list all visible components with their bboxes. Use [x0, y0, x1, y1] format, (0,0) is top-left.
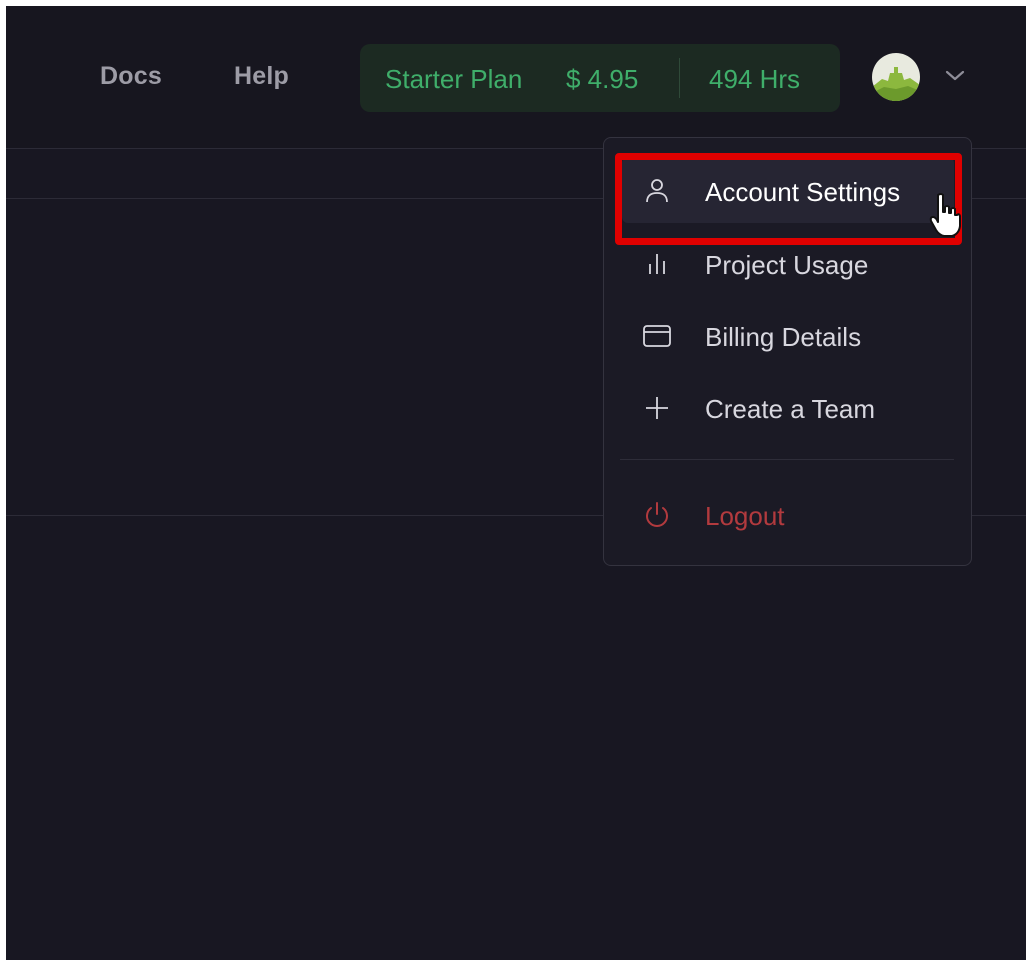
menu-item-logout[interactable]: Logout [622, 481, 954, 547]
chevron-down-icon[interactable] [944, 68, 966, 84]
account-dropdown-menu: Account Settings Project Usage Billing D… [603, 137, 972, 566]
menu-item-project-usage[interactable]: Project Usage [622, 230, 954, 296]
plus-icon [646, 397, 668, 419]
menu-item-label: Logout [705, 501, 785, 531]
user-icon [646, 179, 668, 203]
menu-item-label: Account Settings [705, 177, 901, 207]
user-avatar-icon[interactable] [872, 53, 920, 101]
power-icon [646, 502, 668, 527]
plan-name: Starter Plan [385, 64, 523, 94]
menu-divider [620, 459, 954, 460]
app-window: Docs Help Starter Plan $ 4.95 494 Hrs Ac… [6, 6, 1026, 960]
plan-price: $ 4.95 [566, 64, 639, 94]
credit-card-icon [643, 325, 671, 347]
menu-item-label: Create a Team [705, 394, 876, 424]
help-link[interactable]: Help [234, 62, 289, 91]
top-navigation-bar: Docs Help Starter Plan $ 4.95 494 Hrs [6, 6, 1026, 148]
plan-hours: 494 Hrs [709, 64, 801, 94]
menu-item-account-settings[interactable]: Account Settings [622, 157, 954, 223]
bar-chart-icon [649, 254, 665, 274]
menu-item-create-team[interactable]: Create a Team [622, 374, 954, 440]
menu-item-label: Project Usage [705, 250, 869, 280]
menu-item-label: Billing Details [705, 322, 862, 352]
plan-divider [679, 58, 680, 98]
plan-summary-badge[interactable]: Starter Plan $ 4.95 494 Hrs [360, 44, 840, 112]
menu-item-billing-details[interactable]: Billing Details [622, 302, 954, 368]
docs-link[interactable]: Docs [100, 62, 162, 91]
